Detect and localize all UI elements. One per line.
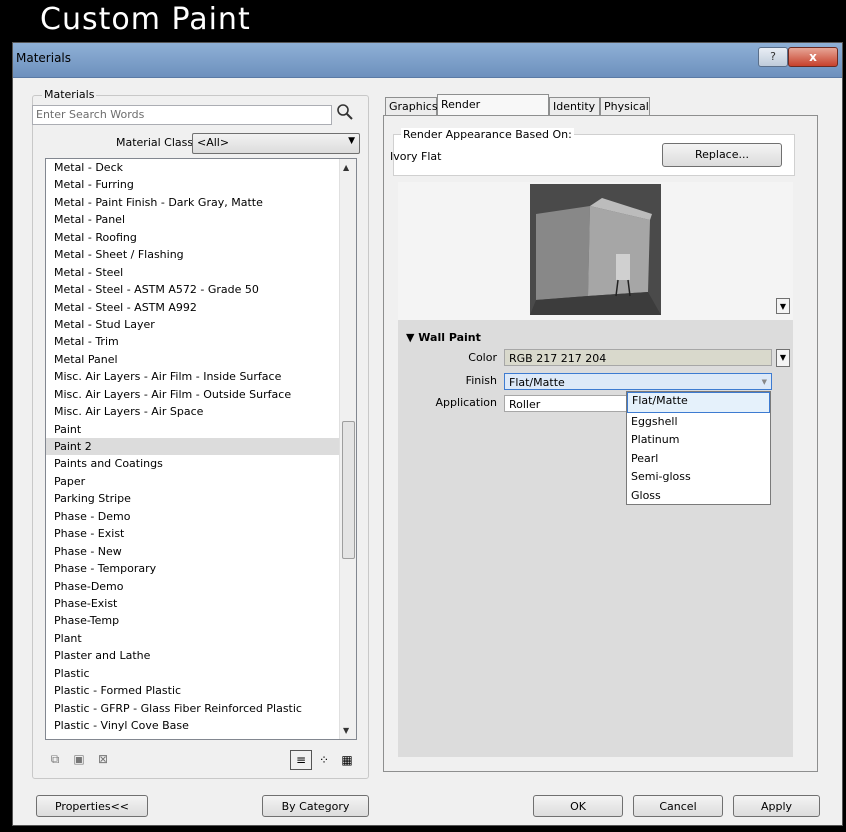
apply-button[interactable]: Apply [733, 795, 820, 817]
color-value: RGB 217 217 204 [509, 352, 607, 365]
window-title: Materials [16, 51, 72, 65]
list-item[interactable]: Phase-Temp [46, 612, 356, 629]
list-item[interactable]: Metal - Steel [46, 264, 356, 281]
title-bar: Materials ? x [13, 43, 842, 78]
list-item[interactable]: Metal - Stud Layer [46, 316, 356, 333]
search-input[interactable]: Enter Search Words [32, 105, 332, 125]
render-group-label: Render Appearance Based On: [401, 128, 574, 141]
close-button[interactable]: x [788, 47, 838, 67]
list-item[interactable]: Plastic [46, 665, 356, 682]
preview-options-dropdown[interactable]: ▼ [776, 298, 790, 314]
list-item[interactable]: Phase - New [46, 543, 356, 560]
list-item[interactable]: Plaster and Lathe [46, 647, 356, 664]
list-scrollbar[interactable]: ▲ ▼ [339, 159, 356, 739]
scroll-up-icon[interactable]: ▲ [343, 163, 349, 172]
application-label: Application [435, 396, 497, 409]
list-item[interactable]: Metal - Steel - ASTM A572 - Grade 50 [46, 281, 356, 298]
list-item[interactable]: Plant [46, 630, 356, 647]
list-item[interactable]: Metal - Roofing [46, 229, 356, 246]
large-icon-view-icon[interactable]: ▦ [336, 750, 358, 770]
chevron-down-icon: ▼ [761, 378, 767, 386]
list-item[interactable]: Phase-Exist [46, 595, 356, 612]
list-item[interactable]: Metal - Trim [46, 333, 356, 350]
list-item[interactable]: Parking Stripe [46, 490, 356, 507]
tab-render-appearance[interactable]: Render Appearance [437, 94, 549, 131]
list-item[interactable]: Metal - Steel - ASTM A992 [46, 299, 356, 316]
tab-graphics[interactable]: Graphics [385, 97, 438, 115]
scroll-down-icon[interactable]: ▼ [343, 726, 349, 735]
finish-option[interactable]: Gloss [627, 487, 770, 506]
cancel-button[interactable]: Cancel [633, 795, 723, 817]
rename-material-icon[interactable]: ▣ [72, 752, 86, 766]
tab-physical[interactable]: Physical [600, 97, 650, 115]
color-label: Color [468, 351, 497, 364]
list-item[interactable]: Paper [46, 473, 356, 490]
materials-group-label: Materials [42, 88, 97, 101]
search-placeholder: Enter Search Words [36, 108, 145, 121]
based-on-value: Ivory Flat [390, 150, 442, 163]
ok-button[interactable]: OK [533, 795, 623, 817]
material-class-select[interactable]: <All> ▼ [192, 133, 360, 154]
duplicate-material-icon[interactable]: ⧉ [48, 752, 62, 766]
delete-material-icon[interactable]: ⊠ [96, 752, 110, 766]
scroll-thumb[interactable] [342, 421, 355, 559]
list-view-icon[interactable]: ≡ [290, 750, 312, 770]
help-button[interactable]: ? [758, 47, 788, 67]
list-item[interactable]: Phase-Demo [46, 578, 356, 595]
list-item[interactable]: Paint 2 [46, 438, 356, 456]
tab-identity[interactable]: Identity [549, 97, 600, 115]
material-class-label: Material Class: [116, 136, 197, 149]
list-item[interactable]: Plastic - Vinyl Cove Base [46, 717, 356, 734]
finish-label: Finish [465, 374, 497, 387]
materials-list[interactable]: Metal - Deck Metal - Furring Metal - Paint… [45, 158, 357, 740]
material-class-value: <All> [197, 136, 230, 149]
finish-option[interactable]: Flat/Matte [627, 392, 770, 413]
list-item[interactable]: Metal - Deck [46, 159, 356, 176]
properties-button[interactable]: Properties<< [36, 795, 148, 817]
search-icon[interactable] [336, 103, 356, 123]
finish-value: Flat/Matte [509, 376, 565, 389]
finish-option[interactable]: Platinum [627, 431, 770, 450]
list-item[interactable]: Metal - Furring [46, 176, 356, 193]
material-preview-image [530, 184, 661, 315]
small-icon-view-icon[interactable]: ⁘ [313, 750, 335, 770]
list-item[interactable]: Plastic - Formed Plastic [46, 682, 356, 699]
list-item[interactable]: Misc. Air Layers - Air Film - Outside Su… [46, 386, 356, 403]
color-options-dropdown[interactable]: ▼ [776, 349, 790, 367]
finish-option[interactable]: Semi-gloss [627, 468, 770, 487]
list-item[interactable]: Misc. Air Layers - Air Space [46, 403, 356, 420]
list-item[interactable]: Metal Panel [46, 351, 356, 368]
list-item[interactable]: Phase - Temporary [46, 560, 356, 577]
finish-option[interactable]: Eggshell [627, 413, 770, 432]
list-item[interactable]: Phase - Exist [46, 525, 356, 542]
replace-button[interactable]: Replace... [662, 143, 782, 167]
finish-option[interactable]: Pearl [627, 450, 770, 469]
by-category-button[interactable]: By Category [262, 795, 369, 817]
list-item[interactable]: Paints and Coatings [46, 455, 356, 472]
application-value: Roller [509, 398, 541, 411]
list-item[interactable]: Metal - Panel [46, 211, 356, 228]
color-field[interactable]: RGB 217 217 204 [504, 349, 772, 366]
wall-paint-header-label: Wall Paint [418, 331, 481, 344]
list-item[interactable]: Plastic - GFRP - Glass Fiber Reinforced … [46, 700, 356, 717]
chevron-down-icon: ▼ [348, 136, 355, 146]
list-item[interactable]: Metal - Sheet / Flashing [46, 246, 356, 263]
application-select[interactable]: Roller [504, 395, 628, 412]
list-item[interactable]: Misc. Air Layers - Air Film - Inside Sur… [46, 368, 356, 385]
finish-dropdown-list[interactable]: Flat/Matte Eggshell Platinum Pearl Semi-glos… [626, 391, 771, 505]
finish-select[interactable]: Flat/Matte ▼ [504, 373, 772, 390]
list-item[interactable]: Paint [46, 421, 356, 438]
wall-paint-header[interactable]: ▼ Wall Paint [406, 331, 481, 344]
list-item[interactable]: Metal - Paint Finish - Dark Gray, Matte [46, 194, 356, 211]
list-item[interactable]: Phase - Demo [46, 508, 356, 525]
slide-title: Custom Paint [40, 2, 251, 37]
